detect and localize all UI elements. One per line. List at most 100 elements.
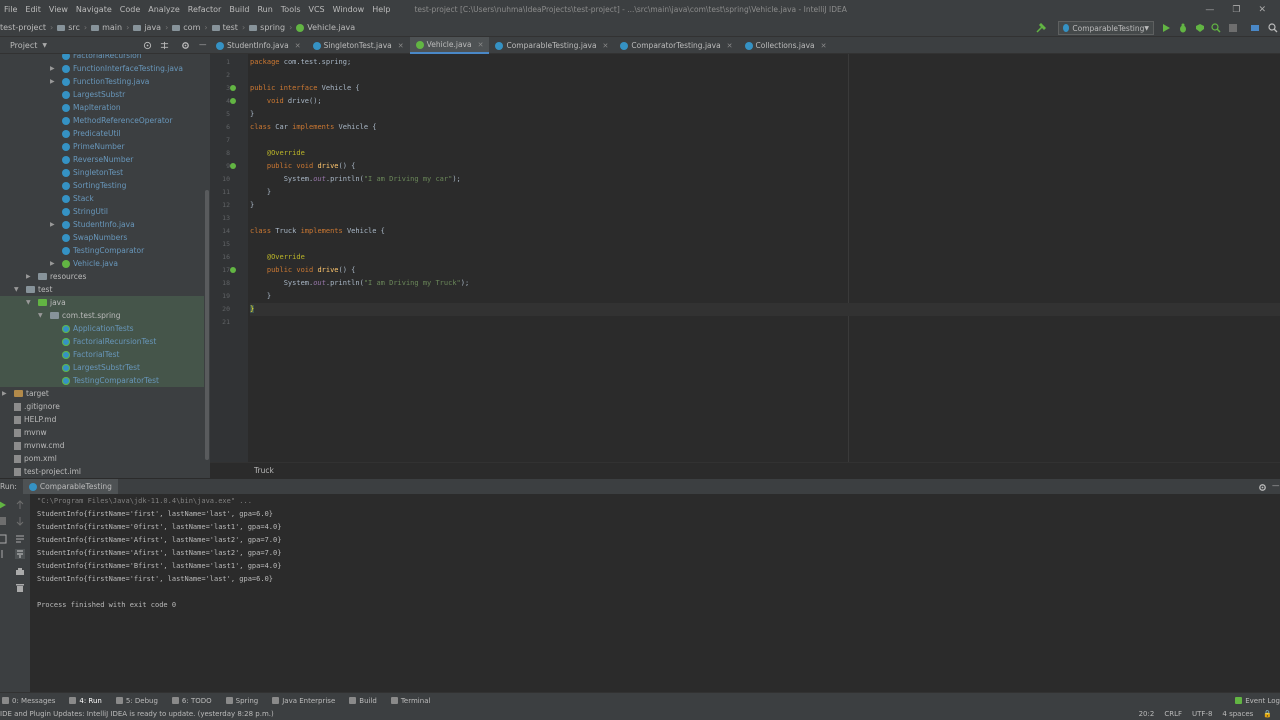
close-icon[interactable]: ✕	[1258, 5, 1266, 15]
code-area[interactable]: package com.test.spring; public interface…	[250, 54, 1280, 462]
tool-window-build[interactable]: Build	[349, 697, 377, 705]
chevron-right-icon[interactable]: ▶	[2, 387, 7, 400]
code-line[interactable]: }	[250, 303, 1280, 316]
breadcrumb-class[interactable]: Truck	[254, 466, 274, 475]
code-line[interactable]: public void drive() {	[250, 264, 1280, 277]
breadcrumb-item[interactable]: › src	[46, 23, 80, 32]
tool-window-debug[interactable]: 5: Debug	[115, 697, 158, 705]
coverage-icon[interactable]	[1195, 23, 1205, 33]
pin-icon[interactable]	[0, 549, 7, 559]
tool-window-messages[interactable]: 0: Messages	[2, 697, 55, 705]
collapse-all-icon[interactable]	[160, 41, 169, 50]
tree-item[interactable]: ▶ resources	[0, 270, 204, 283]
tree-item[interactable]: LargestSubstrTest	[0, 361, 204, 374]
tool-window-java-enterprise[interactable]: Java Enterprise	[272, 697, 335, 705]
code-line[interactable]: public void drive() {	[250, 160, 1280, 173]
menu-item-vcs[interactable]: VCS	[305, 5, 329, 14]
project-tree-scroll-thumb[interactable]	[205, 190, 209, 460]
close-icon[interactable]: ✕	[727, 42, 733, 50]
arrow-up-icon[interactable]	[15, 500, 25, 510]
tab-comparabletesting-java[interactable]: ComparableTesting.java ✕	[489, 37, 614, 54]
code-line[interactable]	[250, 316, 1280, 329]
menu-item-tools[interactable]: Tools	[277, 5, 305, 14]
gear-icon[interactable]	[1258, 483, 1267, 492]
tree-item[interactable]: ▼ java	[0, 296, 204, 309]
tree-item[interactable]: ReverseNumber	[0, 153, 204, 166]
code-line[interactable]: public interface Vehicle {	[250, 82, 1280, 95]
tree-item[interactable]: LargestSubstr	[0, 88, 204, 101]
stop-icon[interactable]	[1228, 23, 1238, 33]
chevron-right-icon[interactable]: ▶	[50, 218, 55, 231]
tree-item[interactable]: HELP.md	[0, 413, 204, 426]
status-message[interactable]: IDE and Plugin Updates: IntelliJ IDEA is…	[0, 710, 274, 718]
menu-item-edit[interactable]: Edit	[21, 5, 45, 14]
code-line[interactable]: @Override	[250, 251, 1280, 264]
project-panel-title[interactable]: Project	[10, 41, 37, 50]
tree-item[interactable]: mvnw	[0, 426, 204, 439]
breadcrumb-item[interactable]: › spring	[238, 23, 285, 32]
code-line[interactable]: @Override	[250, 147, 1280, 160]
gear-icon[interactable]	[181, 41, 190, 50]
chevron-right-icon[interactable]: ▶	[26, 270, 31, 283]
breadcrumb-item[interactable]: test-project	[0, 23, 46, 32]
tree-item[interactable]: ▶ StudentInfo.java	[0, 218, 204, 231]
run-tab[interactable]: ComparableTesting	[22, 478, 118, 495]
code-line[interactable]: class Car implements Vehicle {	[250, 121, 1280, 134]
build-hammer-icon[interactable]	[1036, 23, 1046, 33]
run-console[interactable]: "C:\Program Files\Java\jdk-11.0.4\bin\ja…	[30, 494, 1280, 692]
stop-icon[interactable]	[0, 516, 7, 526]
chevron-right-icon[interactable]: ▶	[50, 257, 55, 270]
menu-item-navigate[interactable]: Navigate	[72, 5, 116, 14]
code-line[interactable]: class Truck implements Vehicle {	[250, 225, 1280, 238]
override-icon[interactable]	[230, 267, 236, 273]
hide-panel-icon[interactable]: —	[1272, 481, 1280, 490]
breadcrumb-item[interactable]: › java	[122, 23, 161, 32]
minimize-icon[interactable]: —	[1205, 5, 1214, 15]
event-log-button[interactable]: Event Log	[1235, 697, 1280, 705]
code-line[interactable]: void drive();	[250, 95, 1280, 108]
tree-item[interactable]: ▼ com.test.spring	[0, 309, 204, 322]
override-icon[interactable]	[230, 163, 236, 169]
tree-item[interactable]: FactorialRecursion	[0, 54, 204, 62]
debug-icon[interactable]	[1178, 23, 1188, 33]
breadcrumb-item[interactable]: › com	[161, 23, 200, 32]
tree-item[interactable]: ▼ test	[0, 283, 204, 296]
tree-item[interactable]: ▶ FunctionTesting.java	[0, 75, 204, 88]
close-icon[interactable]: ✕	[821, 42, 827, 50]
line-separator[interactable]: CRLF	[1164, 710, 1182, 718]
code-line[interactable]	[250, 69, 1280, 82]
run-icon[interactable]	[1161, 23, 1171, 33]
tree-item[interactable]: test-project.iml	[0, 465, 204, 478]
tool-window-todo[interactable]: 6: TODO	[171, 697, 212, 705]
close-icon[interactable]: ✕	[295, 42, 301, 50]
tree-item[interactable]: StringUtil	[0, 205, 204, 218]
tree-item[interactable]: SingletonTest	[0, 166, 204, 179]
tab-vehicle-java[interactable]: Vehicle.java ✕	[409, 37, 490, 54]
close-icon[interactable]: ✕	[603, 42, 609, 50]
menu-item-run[interactable]: Run	[253, 5, 276, 14]
tree-item[interactable]: ▶ target	[0, 387, 204, 400]
run-configuration-select[interactable]: ComparableTesting ▼	[1058, 21, 1154, 35]
tree-item[interactable]: pom.xml	[0, 452, 204, 465]
code-line[interactable]: package com.test.spring;	[250, 56, 1280, 69]
breadcrumb-item[interactable]: › Vehicle.java	[285, 23, 355, 32]
tool-window-run[interactable]: 4: Run	[69, 697, 102, 705]
tree-item[interactable]: MethodReferenceOperator	[0, 114, 204, 127]
scroll-to-end-icon[interactable]	[15, 549, 25, 559]
code-line[interactable]: System.out.println("I am Driving my car"…	[250, 173, 1280, 186]
tab-comparatortesting-java[interactable]: ComparatorTesting.java ✕	[614, 37, 738, 54]
indent-setting[interactable]: 4 spaces	[1222, 710, 1253, 718]
chevron-right-icon[interactable]: ▶	[50, 75, 55, 88]
close-icon[interactable]: ✕	[398, 42, 404, 50]
implemented-icon[interactable]	[230, 85, 236, 91]
restore-icon[interactable]: ❐	[1232, 5, 1240, 15]
tool-window-spring[interactable]: Spring	[225, 697, 258, 705]
caret-position[interactable]: 20:2	[1139, 710, 1155, 718]
code-line[interactable]: }	[250, 199, 1280, 212]
code-line[interactable]: System.out.println("I am Driving my Truc…	[250, 277, 1280, 290]
chevron-right-icon[interactable]: ▶	[50, 62, 55, 75]
tree-item[interactable]: ▶ Vehicle.java	[0, 257, 204, 270]
lock-icon[interactable]: 🔒	[1263, 710, 1272, 718]
tab-collections-java[interactable]: Collections.java ✕	[739, 37, 833, 54]
code-line[interactable]: }	[250, 290, 1280, 303]
